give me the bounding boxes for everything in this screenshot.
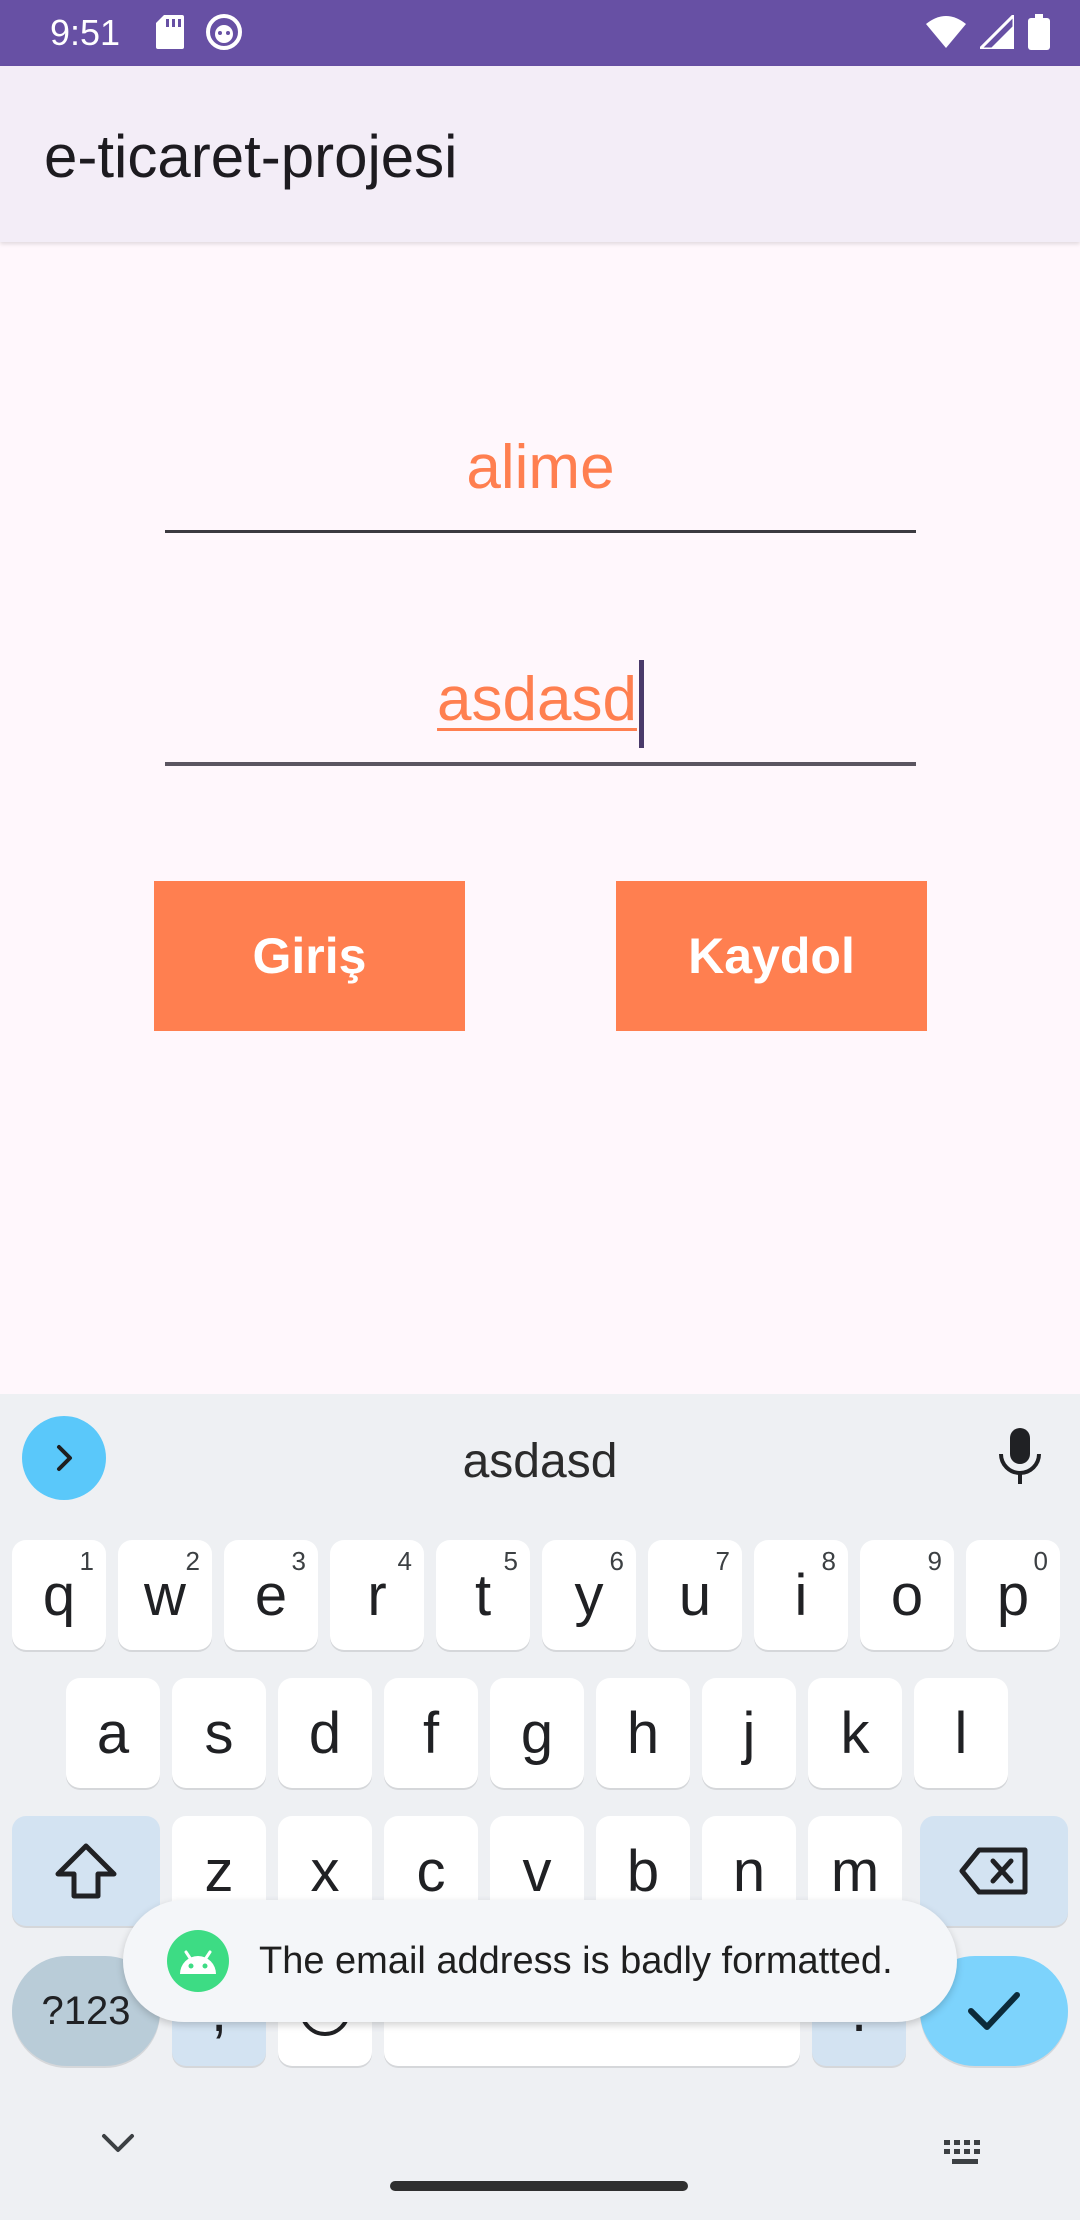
key-label: f <box>422 1700 440 1766</box>
key-e[interactable]: e3 <box>224 1540 318 1650</box>
key-w[interactable]: w2 <box>118 1540 212 1650</box>
password-field[interactable]: asdasd <box>165 652 916 766</box>
key-label: x <box>310 1838 340 1904</box>
key-label: o <box>890 1562 924 1628</box>
key-d[interactable]: d <box>278 1678 372 1788</box>
backspace-key[interactable] <box>920 1816 1068 1926</box>
password-field-underline <box>165 762 916 766</box>
microphone-icon[interactable] <box>998 1428 1042 1491</box>
key-label: b <box>626 1838 660 1904</box>
key-f[interactable]: f <box>384 1678 478 1788</box>
key-h[interactable]: h <box>596 1678 690 1788</box>
key-hint: 5 <box>503 1546 518 1576</box>
key-hint: 1 <box>79 1546 94 1576</box>
key-hint: 0 <box>1033 1546 1048 1576</box>
key-o[interactable]: o9 <box>860 1540 954 1650</box>
key-label: n <box>732 1838 766 1904</box>
battery-icon <box>1028 14 1050 55</box>
soft-keyboard: asdasd <box>0 1394 1080 2220</box>
key-label: l <box>954 1700 968 1766</box>
key-hint: 6 <box>609 1546 624 1576</box>
key-a[interactable]: a <box>66 1678 160 1788</box>
suggestion-strip: asdasd <box>0 1394 1080 1524</box>
key-label: d <box>308 1700 342 1766</box>
key-label: e <box>254 1562 288 1628</box>
key-label: u <box>678 1562 712 1628</box>
suggestion-word[interactable]: asdasd <box>0 1434 1080 1489</box>
backspace-icon <box>959 1847 1028 1895</box>
shift-icon <box>55 1843 117 1899</box>
chevron-down-icon[interactable] <box>98 2132 138 2161</box>
key-l[interactable]: l <box>914 1678 1008 1788</box>
key-label: a <box>96 1700 130 1766</box>
wifi-icon <box>926 16 966 53</box>
signup-button[interactable]: Kaydol <box>616 881 927 1031</box>
key-label: y <box>574 1562 604 1628</box>
key-r[interactable]: r4 <box>330 1540 424 1650</box>
text-cursor <box>638 659 644 748</box>
key-label: v <box>522 1838 552 1904</box>
key-hint: 4 <box>397 1546 412 1576</box>
key-label: k <box>840 1700 870 1766</box>
status-bar: 9:51 <box>0 0 1080 66</box>
key-label: j <box>742 1700 756 1766</box>
key-hint: 9 <box>927 1546 942 1576</box>
toast-text: The email address is badly formatted. <box>259 1939 893 1982</box>
key-q[interactable]: q1 <box>12 1540 106 1650</box>
key-k[interactable]: k <box>808 1678 902 1788</box>
gesture-handle[interactable] <box>390 2181 688 2191</box>
password-field-value[interactable]: asdasd <box>437 665 637 734</box>
login-button[interactable]: Giriş <box>154 881 465 1031</box>
key-label: m <box>830 1838 880 1904</box>
key-hint: 8 <box>821 1546 836 1576</box>
toast-message: The email address is badly formatted. <box>123 1900 957 2022</box>
key-p[interactable]: p0 <box>966 1540 1060 1650</box>
key-t[interactable]: t5 <box>436 1540 530 1650</box>
app-title: e-ticaret-projesi <box>44 123 458 190</box>
keyboard-switch-icon[interactable] <box>942 2138 988 2173</box>
key-label: i <box>794 1562 808 1628</box>
email-field-value[interactable]: alime <box>165 420 916 516</box>
key-j[interactable]: j <box>702 1678 796 1788</box>
key-y[interactable]: y6 <box>542 1540 636 1650</box>
key-i[interactable]: i8 <box>754 1540 848 1650</box>
key-hint: 2 <box>185 1546 200 1576</box>
key-label: c <box>416 1838 446 1904</box>
key-u[interactable]: u7 <box>648 1540 742 1650</box>
key-hint: 3 <box>291 1546 306 1576</box>
key-label: g <box>520 1700 554 1766</box>
cell-signal-icon <box>976 11 1016 54</box>
email-field[interactable]: alime <box>165 420 916 533</box>
android-app-icon <box>167 1930 229 1992</box>
key-label: t <box>474 1562 492 1628</box>
key-label: q <box>42 1562 76 1628</box>
key-label: p <box>996 1562 1030 1628</box>
key-label: w <box>144 1562 186 1628</box>
android-debug-icon <box>206 14 242 55</box>
key-label: h <box>626 1700 660 1766</box>
key-hint: 7 <box>715 1546 730 1576</box>
email-field-underline <box>165 530 916 533</box>
key-label: s <box>204 1700 234 1766</box>
key-label: z <box>204 1838 234 1904</box>
app-bar: e-ticaret-projesi <box>0 66 1080 242</box>
sd-card-icon <box>156 15 184 54</box>
key-label: r <box>367 1562 387 1628</box>
key-s[interactable]: s <box>172 1678 266 1788</box>
key-g[interactable]: g <box>490 1678 584 1788</box>
password-field-text[interactable]: asdasd <box>165 652 916 748</box>
shift-key[interactable] <box>12 1816 160 1926</box>
checkmark-icon <box>968 1992 1020 2030</box>
status-time: 9:51 <box>50 12 121 53</box>
